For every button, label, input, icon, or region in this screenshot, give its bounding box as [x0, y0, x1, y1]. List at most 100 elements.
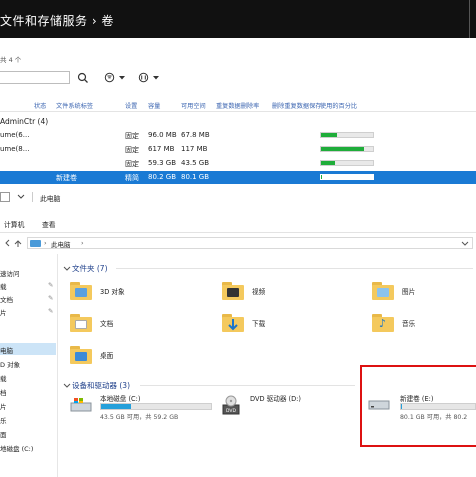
usage-bar [320, 160, 374, 166]
address-separator-tail: › [81, 239, 84, 247]
folder-pictures[interactable]: 图片 [372, 280, 472, 304]
table-row[interactable]: ume(6... 固定 96.0 MB 67.8 MB [0, 129, 476, 142]
local-disk-icon [368, 399, 390, 413]
dvd-drive-icon: DVD [222, 395, 240, 417]
window-title: 此电脑 [40, 195, 61, 203]
group-options-button[interactable] [138, 72, 164, 83]
nav-item-desktop[interactable]: 面 [0, 427, 56, 439]
drive-usage-fill [401, 404, 402, 409]
quick-access-icon[interactable] [0, 192, 10, 202]
folder-music[interactable]: ♪ 音乐 [372, 312, 472, 336]
chevron-down-icon[interactable] [461, 240, 469, 247]
this-pc-icon [30, 240, 41, 247]
arrow-up-icon[interactable] [14, 239, 22, 247]
page-title: 文件和存储服务 › 卷 [0, 14, 114, 28]
filter-options-button[interactable] [104, 72, 130, 83]
volume-setting: 固定 [125, 146, 139, 154]
ribbon-divider [0, 232, 476, 233]
folder-icon [372, 282, 394, 300]
col-dedup-saved[interactable]: 删除重复数据保存 [272, 101, 322, 110]
volume-name: ume(8... [0, 145, 30, 153]
server-group-label[interactable]: AdminCtr (4) [0, 117, 48, 126]
usage-bar [320, 146, 374, 152]
volume-capacity: 80.2 GB [148, 173, 177, 181]
folder-icon [70, 314, 92, 332]
folder-icon: ♪ [372, 314, 394, 332]
drive-d[interactable]: DVD DVD 驱动器 (D:) [222, 393, 352, 423]
address-separator: › [44, 239, 47, 247]
nav-item-pictures[interactable]: 片 ✎ [0, 305, 56, 317]
col-label[interactable]: 文件系统标签 [56, 101, 93, 110]
volume-capacity: 96.0 MB [148, 131, 177, 139]
address-bar[interactable]: › 此电脑 › [27, 237, 473, 249]
nav-item-documents[interactable]: 文档 ✎ [0, 292, 56, 304]
folder-3d-objects[interactable]: 3D 对象 [70, 280, 210, 304]
arrow-left-icon[interactable] [4, 239, 12, 247]
nav-item-music[interactable]: 乐 [0, 413, 56, 425]
folder-downloads[interactable]: 下载 [222, 312, 362, 336]
folder-icon [70, 282, 92, 300]
tab-computer[interactable]: 计算机 [4, 219, 24, 229]
nav-item-quick-access[interactable]: 速访问 [0, 266, 56, 278]
section-divider [140, 385, 355, 386]
title-bar: 文件和存储服务 › 卷 [0, 0, 476, 39]
folder-icon [70, 346, 92, 364]
svg-text:DVD: DVD [226, 408, 236, 414]
folder-desktop[interactable]: 桌面 [70, 344, 210, 368]
nav-item-pictures-pc[interactable]: 片 [0, 399, 56, 411]
folders-header[interactable]: 文件夹 (7) [72, 263, 108, 274]
folder-videos[interactable]: 视频 [222, 280, 362, 304]
usage-bar-fill [321, 133, 337, 137]
nav-item-downloads-pc[interactable]: 载 [0, 371, 56, 383]
col-dedup-rate[interactable]: 重复数据删除率 [216, 101, 259, 110]
volume-free: 80.1 GB [181, 173, 210, 181]
tab-view[interactable]: 查看 [42, 219, 56, 229]
pin-icon: ✎ [48, 281, 54, 289]
col-setting[interactable]: 设置 [125, 101, 137, 110]
folder-documents[interactable]: 文档 [70, 312, 210, 336]
table-row-selected[interactable]: 新建卷 精简 80.2 GB 80.1 GB [0, 171, 476, 184]
volume-setting: 固定 [125, 132, 139, 140]
volume-capacity: 617 MB [148, 145, 175, 153]
nav-item-3d-objects[interactable]: D 对象 [0, 357, 56, 369]
title-divider [32, 192, 33, 202]
header-divider [0, 111, 476, 112]
usage-bar-fill [321, 161, 336, 165]
volumes-panel: 共 4 个 状态 文件系统标签 设置 容量 可用空间 重复数据删除率 删除重复数… [0, 38, 476, 188]
search-icon[interactable] [76, 71, 90, 84]
usage-bar [320, 132, 374, 138]
col-capacity[interactable]: 容量 [148, 101, 160, 110]
table-row[interactable]: 固定 59.3 GB 43.5 GB [0, 157, 476, 170]
volume-name: ume(6... [0, 131, 30, 139]
volume-free: 67.8 MB [181, 131, 210, 139]
filter-input[interactable] [0, 71, 70, 84]
col-status[interactable]: 状态 [34, 101, 46, 110]
chevron-down-icon[interactable] [16, 194, 26, 200]
drive-e[interactable]: 新建卷 (E:) 80.1 GB 可用，共 80.2 [368, 393, 476, 423]
volume-free: 117 MB [181, 145, 208, 153]
nav-item-this-pc[interactable]: 电脑 [0, 343, 56, 355]
nav-item-documents-pc[interactable]: 档 [0, 385, 56, 397]
pin-icon: ✎ [48, 307, 54, 315]
devices-header[interactable]: 设备和驱动器 (3) [72, 380, 130, 391]
section-divider [116, 268, 473, 269]
volume-free: 43.5 GB [181, 159, 210, 167]
chevron-down-icon[interactable] [63, 266, 71, 272]
col-used-pct[interactable]: 使用的百分比 [320, 101, 357, 110]
nav-item-local-disk-c[interactable]: 地磁盘 (C:) [0, 441, 56, 453]
address-text: 此电脑 [51, 241, 71, 249]
usage-bar-fill [321, 175, 323, 179]
volumes-header-row: 状态 文件系统标签 设置 容量 可用空间 重复数据删除率 删除重复数据保存 使用… [0, 99, 476, 111]
pane-divider [57, 254, 58, 477]
navigation-pane: 速访问 载 ✎ 文档 ✎ 片 ✎ 电脑 D 对象 载 档 片 乐 面 地磁盘 (C:) [0, 254, 58, 477]
usage-bar [320, 174, 374, 180]
folder-icon [222, 314, 244, 332]
table-row[interactable]: ume(8... 固定 617 MB 117 MB [0, 143, 476, 156]
nav-item-downloads[interactable]: 载 ✎ [0, 279, 56, 291]
file-explorer: 此电脑 计算机 查看 › 此电脑 › 速访问 载 ✎ 文档 ✎ 片 ✎ 电脑 D 对象… [0, 188, 476, 477]
chevron-down-icon[interactable] [63, 383, 71, 389]
drive-c[interactable]: 本地磁盘 (C:) 43.5 GB 可用，共 59.2 GB [70, 393, 215, 423]
volume-count: 共 4 个 [0, 56, 22, 64]
col-free[interactable]: 可用空间 [181, 101, 206, 110]
drive-usage-bar [100, 403, 212, 410]
